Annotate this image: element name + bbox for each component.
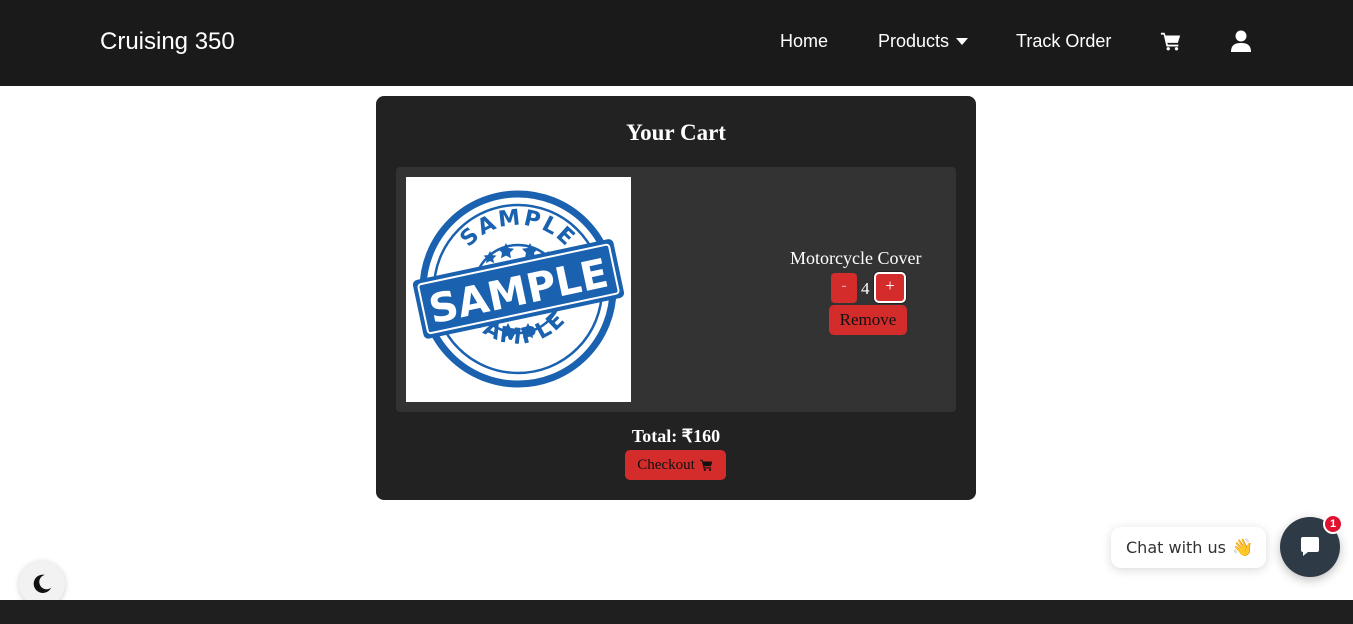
footer xyxy=(0,600,1353,624)
chat-icon xyxy=(1301,537,1319,556)
brand-logo[interactable]: Cruising 350 xyxy=(100,28,235,56)
remove-item-button[interactable]: Remove xyxy=(829,305,907,335)
cart-total: Total: ₹160 xyxy=(631,426,721,446)
caret-down-icon xyxy=(956,38,969,46)
cart-title: Your Cart xyxy=(626,120,726,145)
cart-panel: Your Cart SAMPLE SAMPLE xyxy=(376,96,976,500)
nav-track-order[interactable]: Track Order xyxy=(1016,31,1111,52)
cart-icon xyxy=(699,459,713,472)
cart-item: SAMPLE SAMPLE SAMPLE xyxy=(396,167,956,412)
user-icon[interactable] xyxy=(1231,30,1251,53)
increase-quantity-button[interactable]: + xyxy=(874,272,906,303)
checkout-button[interactable]: Checkout xyxy=(625,450,726,480)
product-image: SAMPLE SAMPLE SAMPLE xyxy=(406,177,631,402)
chat-prompt-bubble[interactable]: Chat with us 👋 xyxy=(1111,527,1266,568)
nav-home[interactable]: Home xyxy=(780,31,828,52)
chat-notification-badge: 1 xyxy=(1323,514,1343,534)
waving-hand-icon: 👋 xyxy=(1231,537,1254,558)
sample-stamp-image: SAMPLE SAMPLE SAMPLE xyxy=(412,190,625,388)
cart-icon[interactable] xyxy=(1160,30,1182,52)
moon-icon xyxy=(33,574,52,593)
nav-products-label: Products xyxy=(878,31,950,51)
checkout-label: Checkout xyxy=(637,456,695,473)
quantity-value: 4 xyxy=(861,279,870,298)
navbar: Cruising 350 Home Products Track Order xyxy=(0,0,1353,86)
chat-prompt-text: Chat with us xyxy=(1126,538,1226,557)
item-name: Motorcycle Cover xyxy=(790,248,922,268)
decrease-quantity-button[interactable]: - xyxy=(831,273,857,303)
nav-products[interactable]: Products xyxy=(878,31,969,52)
